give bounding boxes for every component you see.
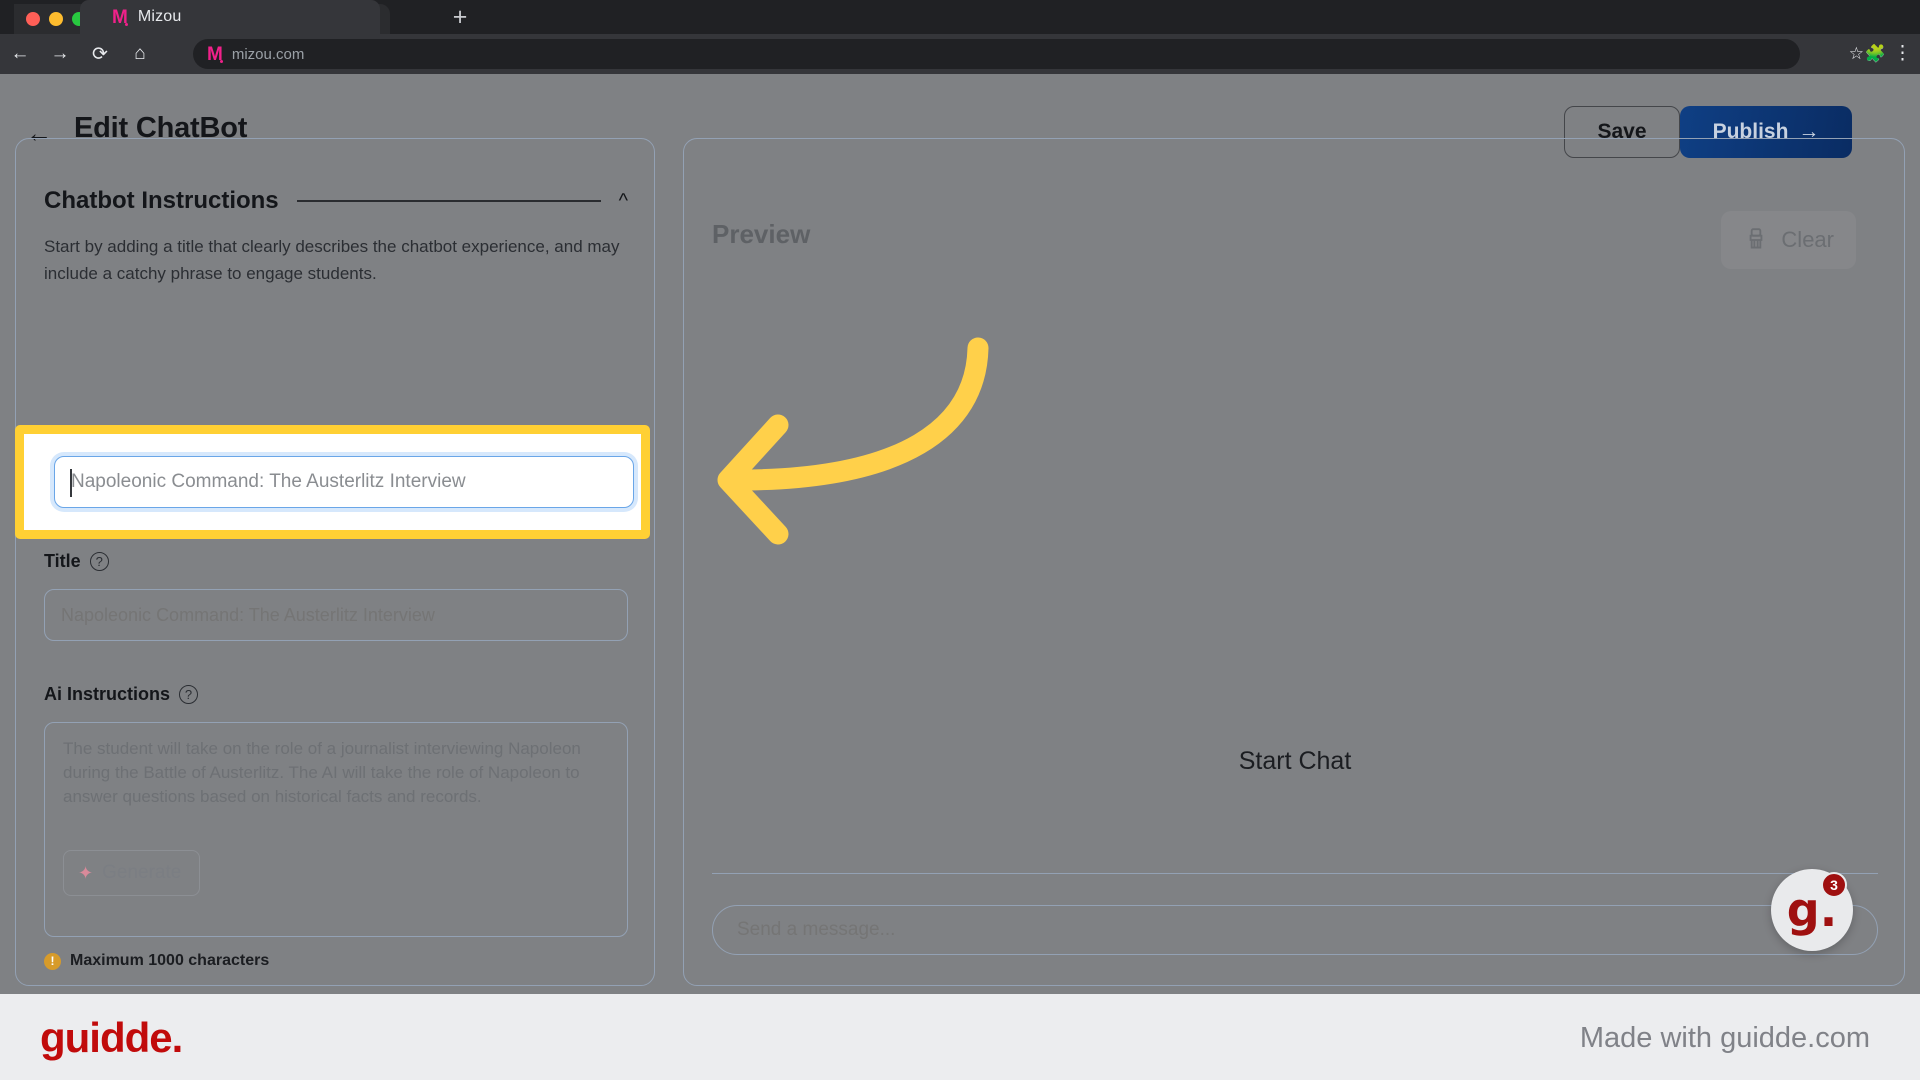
max-characters-note: ! Maximum 1000 characters (44, 952, 269, 970)
guidde-badge-count: 3 (1821, 872, 1847, 898)
ai-instructions-field-label: Ai Instructions ? (44, 684, 199, 705)
section-description: Start by adding a title that clearly des… (44, 237, 620, 283)
preview-title: Preview (712, 219, 811, 249)
title-input-value: Napoleonic Command: The Austerlitz Inter… (71, 471, 466, 492)
title-input-highlight: Napoleonic Command: The Austerlitz Inter… (15, 425, 650, 539)
chatbot-instructions-panel: Chatbot Instructions ^ Start by adding a… (15, 138, 655, 986)
max-characters-text: Maximum 1000 characters (70, 952, 270, 969)
screen-root: M Mizou + ← → ⟳ ⌂ M mizou.com ☆ 🧩 ⋮ ← Ed… (0, 0, 1920, 1080)
text-caret (70, 469, 72, 497)
section-divider (296, 200, 601, 202)
close-window-button[interactable] (26, 12, 40, 26)
chat-divider (712, 873, 1878, 874)
clear-button-label: Clear (1781, 227, 1834, 252)
ai-instructions-value: The student will take on the role of a j… (63, 739, 581, 806)
curved-left-arrow-icon (717, 337, 989, 545)
message-input[interactable] (712, 905, 1878, 955)
minimize-window-button[interactable] (49, 12, 63, 26)
ai-instructions-textarea[interactable]: The student will take on the role of a j… (44, 722, 628, 937)
chevron-up-icon[interactable]: ^ (619, 190, 628, 213)
clear-button[interactable]: Clear (1721, 211, 1856, 269)
sparkle-icon: ✦ (78, 862, 94, 883)
tab-strip: M Mizou + (0, 0, 1920, 34)
title-field-label: Title ? (44, 551, 109, 572)
title-input[interactable] (44, 589, 628, 641)
section-header[interactable]: Chatbot Instructions ^ (44, 187, 628, 215)
site-favicon-icon: M (207, 43, 223, 65)
tab-title: Mizou (137, 8, 182, 25)
brush-icon (1750, 228, 1763, 249)
kebab-menu-icon[interactable]: ⋮ (1893, 42, 1912, 65)
generate-button[interactable]: ✦ Generate (63, 850, 201, 896)
browser-tab-mizou[interactable]: M Mizou (80, 0, 380, 34)
title-label-text: Title (44, 551, 81, 571)
reload-icon[interactable]: ⟳ (80, 34, 120, 74)
section-title: Chatbot Instructions (44, 187, 279, 214)
title-input-focused[interactable]: Napoleonic Command: The Austerlitz Inter… (54, 456, 634, 508)
new-tab-button[interactable]: + (400, 0, 520, 34)
address-bar-url: mizou.com (231, 45, 305, 63)
mizou-m-icon: M (112, 6, 128, 28)
browser-chrome: M Mizou + ← → ⟳ ⌂ M mizou.com ☆ 🧩 ⋮ (0, 0, 1920, 74)
star-icon[interactable]: ☆ (1849, 44, 1864, 64)
guidde-logo: guidde. (40, 1014, 183, 1061)
ai-label-text: Ai Instructions (44, 684, 171, 704)
address-bar[interactable]: M mizou.com (193, 39, 1800, 69)
info-icon: ! (44, 952, 61, 970)
back-arrow-icon[interactable]: ← (0, 34, 40, 74)
guidde-floating-badge[interactable]: g. 3 (1771, 869, 1853, 951)
start-chat-label[interactable]: Start Chat (684, 747, 1904, 776)
puzzle-icon[interactable]: 🧩 (1865, 44, 1886, 64)
made-with-guidde-text: Made with guidde.com (1579, 1022, 1870, 1054)
generate-button-label: Generate (102, 862, 182, 883)
home-icon[interactable]: ⌂ (120, 34, 160, 74)
forward-arrow-icon[interactable]: → (40, 34, 80, 74)
question-mark-icon[interactable]: ? (89, 552, 109, 571)
question-mark-icon[interactable]: ? (179, 685, 199, 704)
